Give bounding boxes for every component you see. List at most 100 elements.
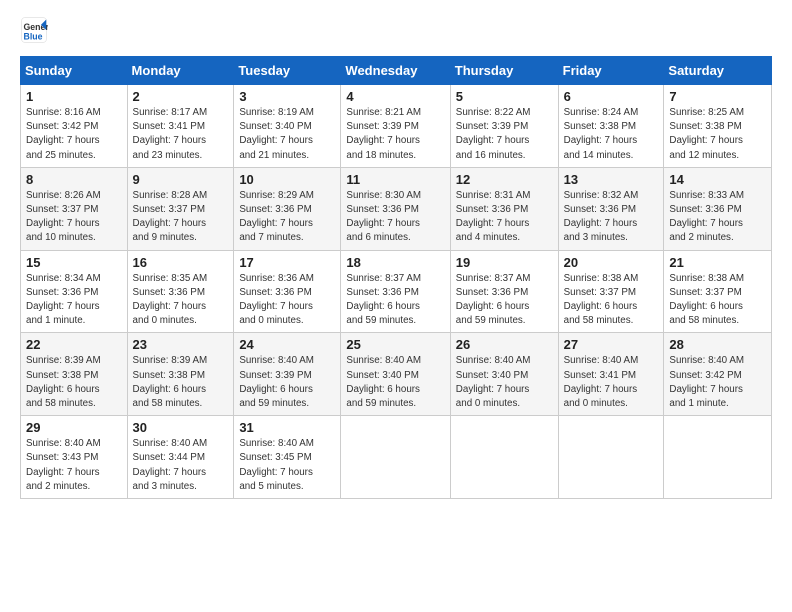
day-info: Sunrise: 8:39 AM Sunset: 3:38 PM Dayligh… [26, 354, 122, 411]
calendar-cell: 26 Sunrise: 8:40 AM Sunset: 3:40 PM Dayli… [450, 333, 558, 416]
calendar-cell: 24 Sunrise: 8:40 AM Sunset: 3:39 PM Dayli… [234, 333, 341, 416]
calendar-cell: 12 Sunrise: 8:31 AM Sunset: 3:36 PM Dayli… [450, 167, 558, 250]
day-number: 28 [669, 337, 766, 352]
calendar-cell [341, 416, 450, 499]
day-info: Sunrise: 8:40 AM Sunset: 3:40 PM Dayligh… [456, 354, 553, 411]
day-info: Sunrise: 8:19 AM Sunset: 3:40 PM Dayligh… [239, 106, 335, 163]
day-number: 5 [456, 89, 553, 104]
calendar-week-row: 22 Sunrise: 8:39 AM Sunset: 3:38 PM Dayli… [21, 333, 772, 416]
calendar-cell: 3 Sunrise: 8:19 AM Sunset: 3:40 PM Daylig… [234, 85, 341, 168]
weekday-header: Monday [127, 57, 234, 85]
day-number: 25 [346, 337, 444, 352]
calendar-week-row: 15 Sunrise: 8:34 AM Sunset: 3:36 PM Dayli… [21, 250, 772, 333]
day-number: 24 [239, 337, 335, 352]
calendar-cell: 1Sunrise: 8:16 AM Sunset: 3:42 PM Daylig… [21, 85, 128, 168]
day-info: Sunrise: 8:31 AM Sunset: 3:36 PM Dayligh… [456, 189, 553, 246]
calendar-cell: 19 Sunrise: 8:37 AM Sunset: 3:36 PM Dayli… [450, 250, 558, 333]
day-info: Sunrise: 8:28 AM Sunset: 3:37 PM Dayligh… [133, 189, 229, 246]
calendar-week-row: 8 Sunrise: 8:26 AM Sunset: 3:37 PM Daylig… [21, 167, 772, 250]
day-number: 21 [669, 255, 766, 270]
day-number: 2 [133, 89, 229, 104]
day-number: 13 [564, 172, 659, 187]
day-number: 23 [133, 337, 229, 352]
day-number: 8 [26, 172, 122, 187]
calendar-cell [450, 416, 558, 499]
day-info: Sunrise: 8:38 AM Sunset: 3:37 PM Dayligh… [669, 272, 766, 329]
calendar-cell: 2 Sunrise: 8:17 AM Sunset: 3:41 PM Daylig… [127, 85, 234, 168]
day-info: Sunrise: 8:40 AM Sunset: 3:41 PM Dayligh… [564, 354, 659, 411]
day-number: 18 [346, 255, 444, 270]
svg-text:Blue: Blue [24, 32, 43, 42]
day-info: Sunrise: 8:29 AM Sunset: 3:36 PM Dayligh… [239, 189, 335, 246]
page: General Blue SundayMondayTuesdayWednesda… [0, 0, 792, 612]
calendar-table: SundayMondayTuesdayWednesdayThursdayFrid… [20, 56, 772, 499]
calendar-cell: 9 Sunrise: 8:28 AM Sunset: 3:37 PM Daylig… [127, 167, 234, 250]
calendar-week-row: 1Sunrise: 8:16 AM Sunset: 3:42 PM Daylig… [21, 85, 772, 168]
day-number: 4 [346, 89, 444, 104]
calendar-cell: 23 Sunrise: 8:39 AM Sunset: 3:38 PM Dayli… [127, 333, 234, 416]
calendar-cell: 10 Sunrise: 8:29 AM Sunset: 3:36 PM Dayli… [234, 167, 341, 250]
calendar-cell: 14Sunrise: 8:33 AM Sunset: 3:36 PM Dayli… [664, 167, 772, 250]
day-info: Sunrise: 8:17 AM Sunset: 3:41 PM Dayligh… [133, 106, 229, 163]
day-info: Sunrise: 8:40 AM Sunset: 3:45 PM Dayligh… [239, 437, 335, 494]
day-info: Sunrise: 8:33 AM Sunset: 3:36 PM Dayligh… [669, 189, 766, 246]
day-info: Sunrise: 8:38 AM Sunset: 3:37 PM Dayligh… [564, 272, 659, 329]
calendar-cell: 21 Sunrise: 8:38 AM Sunset: 3:37 PM Dayli… [664, 250, 772, 333]
weekday-header: Wednesday [341, 57, 450, 85]
weekday-header: Tuesday [234, 57, 341, 85]
calendar-cell: 11 Sunrise: 8:30 AM Sunset: 3:36 PM Dayli… [341, 167, 450, 250]
day-number: 10 [239, 172, 335, 187]
calendar-cell: 30 Sunrise: 8:40 AM Sunset: 3:44 PM Dayli… [127, 416, 234, 499]
calendar-cell: 27 Sunrise: 8:40 AM Sunset: 3:41 PM Dayli… [558, 333, 664, 416]
calendar-week-row: 29Sunrise: 8:40 AM Sunset: 3:43 PM Dayli… [21, 416, 772, 499]
day-info: Sunrise: 8:16 AM Sunset: 3:42 PM Dayligh… [26, 106, 122, 163]
day-info: Sunrise: 8:32 AM Sunset: 3:36 PM Dayligh… [564, 189, 659, 246]
day-info: Sunrise: 8:40 AM Sunset: 3:39 PM Dayligh… [239, 354, 335, 411]
weekday-header: Friday [558, 57, 664, 85]
day-number: 7 [669, 89, 766, 104]
day-number: 11 [346, 172, 444, 187]
day-info: Sunrise: 8:37 AM Sunset: 3:36 PM Dayligh… [346, 272, 444, 329]
day-number: 15 [26, 255, 122, 270]
day-info: Sunrise: 8:40 AM Sunset: 3:40 PM Dayligh… [346, 354, 444, 411]
calendar-cell: 4 Sunrise: 8:21 AM Sunset: 3:39 PM Daylig… [341, 85, 450, 168]
day-info: Sunrise: 8:36 AM Sunset: 3:36 PM Dayligh… [239, 272, 335, 329]
day-info: Sunrise: 8:39 AM Sunset: 3:38 PM Dayligh… [133, 354, 229, 411]
day-number: 27 [564, 337, 659, 352]
calendar-cell: 8 Sunrise: 8:26 AM Sunset: 3:37 PM Daylig… [21, 167, 128, 250]
logo-icon: General Blue [20, 16, 48, 44]
day-number: 19 [456, 255, 553, 270]
day-info: Sunrise: 8:40 AM Sunset: 3:43 PM Dayligh… [26, 437, 122, 494]
calendar-cell: 31Sunrise: 8:40 AM Sunset: 3:45 PM Dayli… [234, 416, 341, 499]
day-number: 22 [26, 337, 122, 352]
calendar-cell [664, 416, 772, 499]
day-number: 17 [239, 255, 335, 270]
calendar-cell: 17 Sunrise: 8:36 AM Sunset: 3:36 PM Dayli… [234, 250, 341, 333]
day-number: 26 [456, 337, 553, 352]
day-info: Sunrise: 8:40 AM Sunset: 3:42 PM Dayligh… [669, 354, 766, 411]
calendar-cell: 7 Sunrise: 8:25 AM Sunset: 3:38 PM Daylig… [664, 85, 772, 168]
logo: General Blue [20, 16, 52, 44]
calendar-cell: 20 Sunrise: 8:38 AM Sunset: 3:37 PM Dayli… [558, 250, 664, 333]
day-number: 16 [133, 255, 229, 270]
day-number: 3 [239, 89, 335, 104]
day-info: Sunrise: 8:40 AM Sunset: 3:44 PM Dayligh… [133, 437, 229, 494]
day-info: Sunrise: 8:34 AM Sunset: 3:36 PM Dayligh… [26, 272, 122, 329]
day-info: Sunrise: 8:25 AM Sunset: 3:38 PM Dayligh… [669, 106, 766, 163]
day-number: 30 [133, 420, 229, 435]
calendar-cell: 16Sunrise: 8:35 AM Sunset: 3:36 PM Dayli… [127, 250, 234, 333]
day-info: Sunrise: 8:30 AM Sunset: 3:36 PM Dayligh… [346, 189, 444, 246]
day-number: 12 [456, 172, 553, 187]
calendar-cell: 25 Sunrise: 8:40 AM Sunset: 3:40 PM Dayli… [341, 333, 450, 416]
day-number: 20 [564, 255, 659, 270]
day-info: Sunrise: 8:24 AM Sunset: 3:38 PM Dayligh… [564, 106, 659, 163]
calendar-cell [558, 416, 664, 499]
calendar-cell: 15 Sunrise: 8:34 AM Sunset: 3:36 PM Dayli… [21, 250, 128, 333]
day-info: Sunrise: 8:26 AM Sunset: 3:37 PM Dayligh… [26, 189, 122, 246]
weekday-header: Sunday [21, 57, 128, 85]
day-number: 9 [133, 172, 229, 187]
weekday-header: Saturday [664, 57, 772, 85]
day-info: Sunrise: 8:21 AM Sunset: 3:39 PM Dayligh… [346, 106, 444, 163]
calendar-cell: 13 Sunrise: 8:32 AM Sunset: 3:36 PM Dayli… [558, 167, 664, 250]
day-info: Sunrise: 8:37 AM Sunset: 3:36 PM Dayligh… [456, 272, 553, 329]
